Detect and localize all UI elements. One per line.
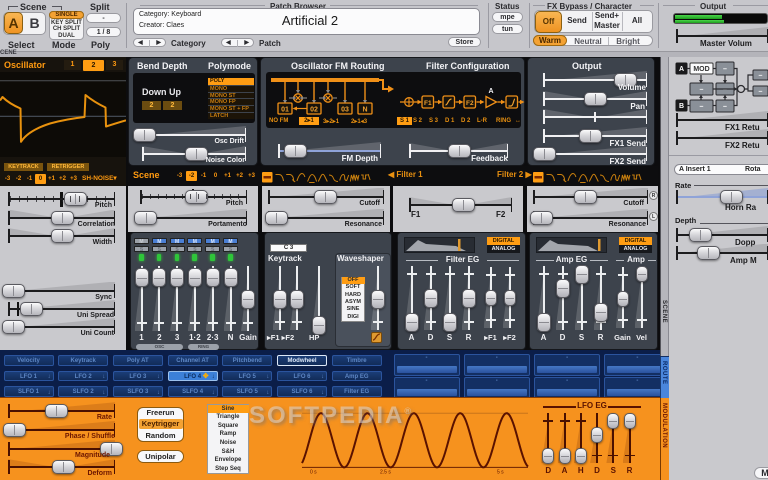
svg-text:–: – — [723, 66, 727, 73]
svg-text:–: – — [700, 104, 704, 111]
svg-text:5 s: 5 s — [497, 470, 504, 476]
svg-text:0 s: 0 s — [310, 470, 317, 476]
svg-text:–: – — [723, 87, 727, 94]
svg-text:B: B — [679, 103, 684, 110]
svg-text:–: – — [759, 89, 763, 96]
svg-text:MOD: MOD — [693, 66, 709, 73]
svg-text:2.5 s: 2.5 s — [380, 470, 391, 476]
svg-text:–: – — [700, 87, 704, 94]
svg-text:A: A — [679, 66, 684, 73]
svg-text:–: – — [723, 104, 727, 111]
svg-text:–: – — [759, 73, 763, 80]
